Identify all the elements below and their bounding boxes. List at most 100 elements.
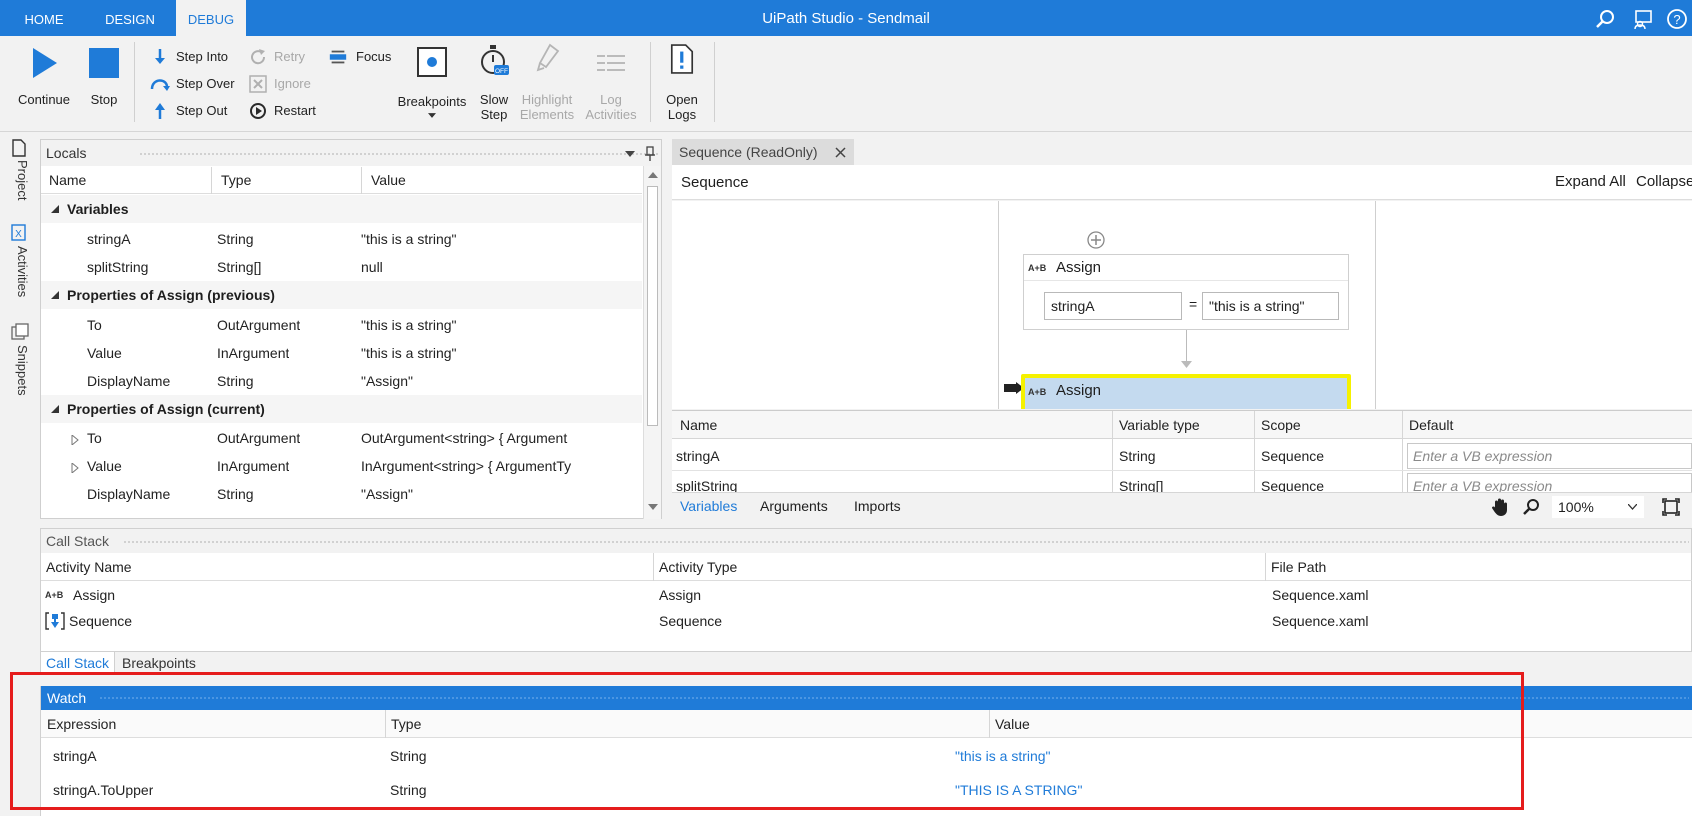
var-type[interactable]: String[] bbox=[1119, 478, 1163, 492]
retry-icon bbox=[251, 49, 266, 65]
cs-file-path[interactable]: Sequence.xaml bbox=[1272, 587, 1369, 603]
open-logs-button[interactable]: Open Logs bbox=[660, 42, 704, 124]
cs-activity-type[interactable]: Sequence bbox=[659, 613, 722, 629]
var-col-name[interactable]: Name bbox=[680, 412, 717, 438]
ignore-label: Ignore bbox=[274, 76, 311, 91]
step-over-icon bbox=[150, 79, 170, 91]
expand-icon[interactable] bbox=[71, 463, 79, 473]
var-name[interactable]: splitString bbox=[676, 478, 737, 492]
cs-activity-type[interactable]: Assign bbox=[659, 587, 701, 603]
designer-canvas[interactable]: A+B Assign stringA = "this is a string" … bbox=[672, 201, 1692, 409]
fit-screen-icon[interactable] bbox=[1662, 498, 1680, 516]
step-into-icon bbox=[155, 49, 165, 64]
retry-button[interactable]: Retry bbox=[248, 46, 305, 68]
tab-sequence-readonly[interactable]: Sequence (ReadOnly) bbox=[672, 139, 854, 165]
slow-step-button[interactable]: OFF Slow Step bbox=[474, 42, 514, 124]
continue-button[interactable]: Continue bbox=[14, 42, 74, 107]
side-tab-snippets[interactable]: Snippets bbox=[8, 345, 30, 396]
var-default-input[interactable]: Enter a VB expression bbox=[1407, 443, 1692, 469]
var-col-scope[interactable]: Scope bbox=[1261, 412, 1301, 438]
tab-breakpoints[interactable]: Breakpoints bbox=[122, 655, 196, 671]
scroll-thumb[interactable] bbox=[647, 186, 658, 426]
hand-pan-icon[interactable] bbox=[1490, 497, 1510, 517]
title-bar: HOME DESIGN DEBUG UiPath Studio - Sendma… bbox=[0, 0, 1692, 36]
tab-variables[interactable]: Variables bbox=[680, 498, 737, 514]
feedback-icon[interactable] bbox=[1632, 8, 1654, 30]
watch-col-type[interactable]: Type bbox=[391, 711, 421, 737]
cs-col-activity-name[interactable]: Activity Name bbox=[46, 554, 132, 580]
side-tab-project[interactable]: Project bbox=[8, 160, 30, 200]
zoom-select[interactable]: 100% bbox=[1552, 496, 1644, 518]
col-type[interactable]: Type bbox=[221, 167, 251, 193]
zoom-icon[interactable] bbox=[1522, 498, 1540, 516]
col-divider bbox=[1254, 411, 1255, 492]
cs-col-activity-type[interactable]: Activity Type bbox=[659, 554, 737, 580]
scroll-up-icon[interactable] bbox=[648, 172, 658, 178]
col-value[interactable]: Value bbox=[371, 167, 406, 193]
locals-scrollbar[interactable] bbox=[643, 166, 661, 519]
var-col-type[interactable]: Variable type bbox=[1119, 412, 1200, 438]
cs-file-path[interactable]: Sequence.xaml bbox=[1272, 613, 1369, 629]
collapse-icon[interactable] bbox=[51, 291, 60, 300]
var-col-default[interactable]: Default bbox=[1409, 412, 1453, 438]
collapse-icon[interactable] bbox=[51, 405, 60, 414]
watch-col-value[interactable]: Value bbox=[995, 711, 1030, 737]
local-value: "Assign" bbox=[361, 486, 413, 502]
expand-icon[interactable] bbox=[71, 435, 79, 445]
local-name: stringA bbox=[87, 231, 131, 247]
add-activity-icon[interactable] bbox=[1086, 230, 1106, 250]
row-divider bbox=[672, 470, 1692, 471]
log-activities-button[interactable]: Log Activities bbox=[580, 42, 642, 124]
scroll-down-icon[interactable] bbox=[648, 504, 658, 510]
help-icon[interactable]: ? bbox=[1666, 8, 1688, 30]
tab-imports[interactable]: Imports bbox=[854, 498, 901, 514]
step-out-icon bbox=[155, 103, 165, 119]
tab-arguments[interactable]: Arguments bbox=[760, 498, 828, 514]
highlighter-icon bbox=[536, 43, 560, 72]
dropdown-icon[interactable] bbox=[625, 150, 635, 158]
collapse-all-link[interactable]: Collapse bbox=[1636, 173, 1692, 190]
connector-arrow-icon bbox=[1181, 361, 1192, 368]
focus-button[interactable]: Focus bbox=[328, 46, 391, 68]
close-icon[interactable] bbox=[835, 147, 846, 158]
breakpoints-button[interactable]: Breakpoints bbox=[394, 42, 470, 124]
watch-expression[interactable]: stringA.ToUpper bbox=[53, 782, 153, 798]
cs-activity-name[interactable]: Sequence bbox=[69, 613, 132, 629]
local-value: null bbox=[361, 259, 383, 275]
search-icon[interactable] bbox=[1594, 8, 1616, 30]
assign-activity-1[interactable]: A+B Assign stringA = "this is a string" bbox=[1023, 254, 1349, 330]
restart-button[interactable]: Restart bbox=[248, 100, 316, 122]
collapse-icon[interactable] bbox=[51, 205, 60, 214]
watch-expression[interactable]: stringA bbox=[53, 748, 97, 764]
assign-to-field[interactable]: stringA bbox=[1044, 292, 1182, 320]
group-assign-current[interactable]: Properties of Assign (current) bbox=[41, 395, 642, 423]
col-name[interactable]: Name bbox=[49, 167, 86, 193]
side-tab-activities[interactable]: Activities bbox=[8, 246, 30, 297]
watch-col-expression[interactable]: Expression bbox=[47, 711, 116, 737]
var-type[interactable]: String bbox=[1119, 448, 1156, 464]
callstack-panel: Call Stack Activity Name Activity Type F… bbox=[40, 528, 1692, 652]
var-scope[interactable]: Sequence bbox=[1261, 448, 1324, 464]
breadcrumb[interactable]: Sequence bbox=[681, 174, 749, 191]
ignore-button[interactable]: Ignore bbox=[248, 73, 311, 95]
step-out-label: Step Out bbox=[176, 103, 228, 118]
highlight-elements-button[interactable]: Highlight Elements bbox=[518, 42, 576, 124]
cs-col-file-path[interactable]: File Path bbox=[1271, 554, 1326, 580]
cs-activity-name[interactable]: Assign bbox=[73, 587, 115, 603]
assign-activity-2[interactable]: A+B Assign bbox=[1021, 374, 1351, 409]
step-out-button[interactable]: Step Out bbox=[150, 100, 227, 122]
stop-button[interactable]: Stop bbox=[82, 42, 126, 107]
group-variables[interactable]: Variables bbox=[41, 195, 642, 223]
designer-tab-label: Sequence (ReadOnly) bbox=[679, 144, 818, 160]
step-over-button[interactable]: Step Over bbox=[150, 73, 235, 95]
expand-all-link[interactable]: Expand All bbox=[1555, 173, 1626, 190]
assign-value-field[interactable]: "this is a string" bbox=[1202, 292, 1339, 320]
col-divider bbox=[653, 553, 654, 581]
group-assign-previous[interactable]: Properties of Assign (previous) bbox=[41, 281, 642, 309]
var-default-input[interactable]: Enter a VB expression bbox=[1407, 473, 1692, 492]
var-scope[interactable]: Sequence bbox=[1261, 478, 1324, 492]
step-into-button[interactable]: Step Into bbox=[150, 46, 228, 68]
tab-call-stack[interactable]: Call Stack bbox=[40, 652, 116, 674]
pin-icon[interactable] bbox=[644, 146, 656, 162]
var-name[interactable]: stringA bbox=[676, 448, 720, 464]
